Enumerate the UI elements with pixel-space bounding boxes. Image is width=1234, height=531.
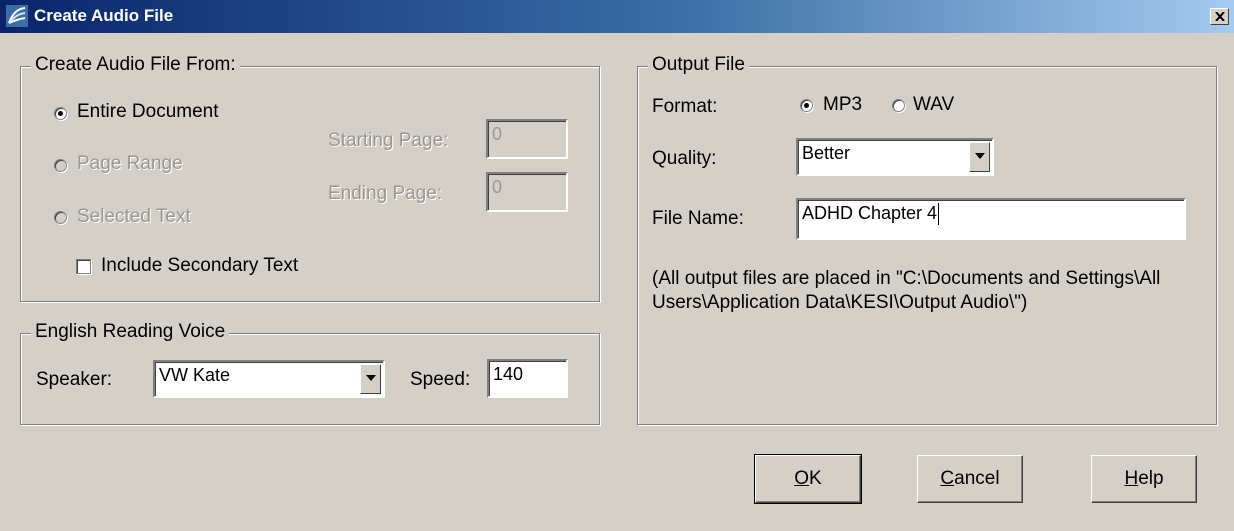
title-bar[interactable]: Create Audio File bbox=[0, 0, 1234, 33]
page-range-label[interactable]: Page Range bbox=[77, 153, 183, 175]
file-name-value: ADHD Chapter 4 bbox=[802, 203, 938, 223]
chevron-down-icon[interactable] bbox=[969, 142, 990, 172]
ok-button[interactable]: OK bbox=[754, 454, 862, 504]
mp3-label[interactable]: MP3 bbox=[823, 94, 862, 116]
selected-text-radio[interactable] bbox=[54, 211, 67, 224]
cancel-label: ancel bbox=[954, 468, 1000, 489]
wav-radio[interactable] bbox=[892, 99, 905, 112]
help-button[interactable]: Help bbox=[1091, 455, 1197, 503]
speed-label: Speed: bbox=[410, 369, 471, 390]
speaker-label: Speaker: bbox=[36, 369, 113, 390]
wav-label[interactable]: WAV bbox=[913, 94, 954, 116]
ok-mnemonic: O bbox=[794, 468, 810, 489]
cancel-button[interactable]: Cancel bbox=[917, 455, 1023, 503]
speed-input[interactable]: 140 bbox=[487, 359, 568, 398]
selected-text-label[interactable]: Selected Text bbox=[77, 206, 191, 228]
close-icon bbox=[1215, 12, 1225, 21]
quality-value: Better bbox=[802, 143, 851, 163]
help-label: elp bbox=[1138, 468, 1164, 489]
entire-document-label[interactable]: Entire Document bbox=[77, 101, 219, 123]
file-name-input[interactable]: ADHD Chapter 4 bbox=[796, 198, 1186, 240]
entire-document-radio[interactable] bbox=[54, 107, 67, 120]
quality-dropdown[interactable]: Better bbox=[796, 138, 994, 176]
output-group: Output File bbox=[637, 54, 1217, 425]
starting-page-label: Starting Page: bbox=[328, 130, 449, 151]
starting-page-input[interactable]: 0 bbox=[486, 119, 568, 159]
speaker-dropdown[interactable]: VW Kate bbox=[153, 360, 385, 398]
close-button[interactable] bbox=[1210, 8, 1229, 25]
speaker-value: VW Kate bbox=[159, 365, 231, 385]
file-name-label: File Name: bbox=[652, 208, 744, 229]
text-caret bbox=[938, 203, 940, 226]
window-title: Create Audio File bbox=[34, 6, 174, 25]
mp3-radio[interactable] bbox=[800, 99, 813, 112]
output-location-note: (All output files are placed in "C:\Docu… bbox=[652, 268, 1161, 313]
include-secondary-text-label[interactable]: Include Secondary Text bbox=[101, 255, 298, 277]
chevron-down-icon[interactable] bbox=[360, 364, 381, 394]
source-group-legend: Create Audio File From: bbox=[31, 54, 240, 76]
format-label: Format: bbox=[652, 96, 718, 117]
include-secondary-text-checkbox[interactable] bbox=[76, 259, 91, 274]
ending-page-label: Ending Page: bbox=[328, 183, 443, 204]
cancel-mnemonic: C bbox=[940, 468, 955, 489]
ending-page-input[interactable]: 0 bbox=[486, 172, 568, 212]
quality-label: Quality: bbox=[652, 148, 717, 169]
page-range-radio[interactable] bbox=[54, 159, 67, 172]
ok-label: K bbox=[809, 468, 822, 489]
speech-wave-icon bbox=[6, 5, 28, 27]
output-group-legend: Output File bbox=[648, 54, 749, 76]
voice-group-legend: English Reading Voice bbox=[31, 321, 230, 343]
help-mnemonic: H bbox=[1124, 468, 1139, 489]
